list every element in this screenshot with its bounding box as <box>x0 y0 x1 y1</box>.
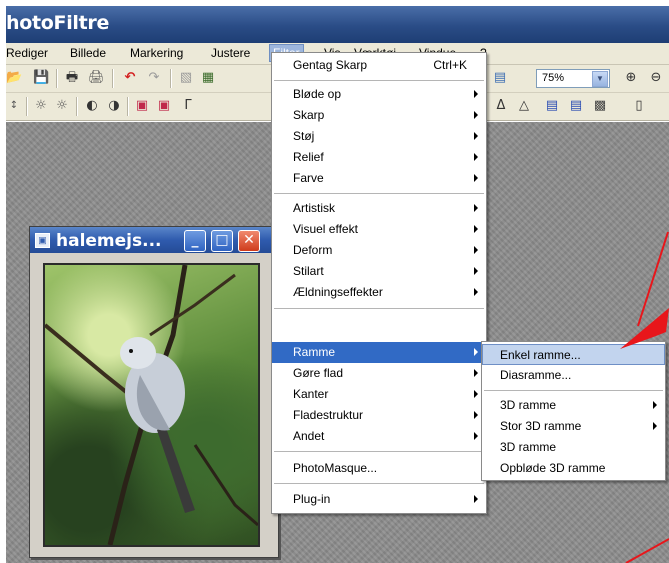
photofiltre-app: hotoFiltre Rediger Billede Markering Jus… <box>6 6 669 563</box>
annotation-line <box>625 538 669 563</box>
annotation-arrow <box>620 231 669 563</box>
annotation-arrow-head <box>620 308 669 349</box>
annotation-arrow-shaft <box>637 231 669 327</box>
